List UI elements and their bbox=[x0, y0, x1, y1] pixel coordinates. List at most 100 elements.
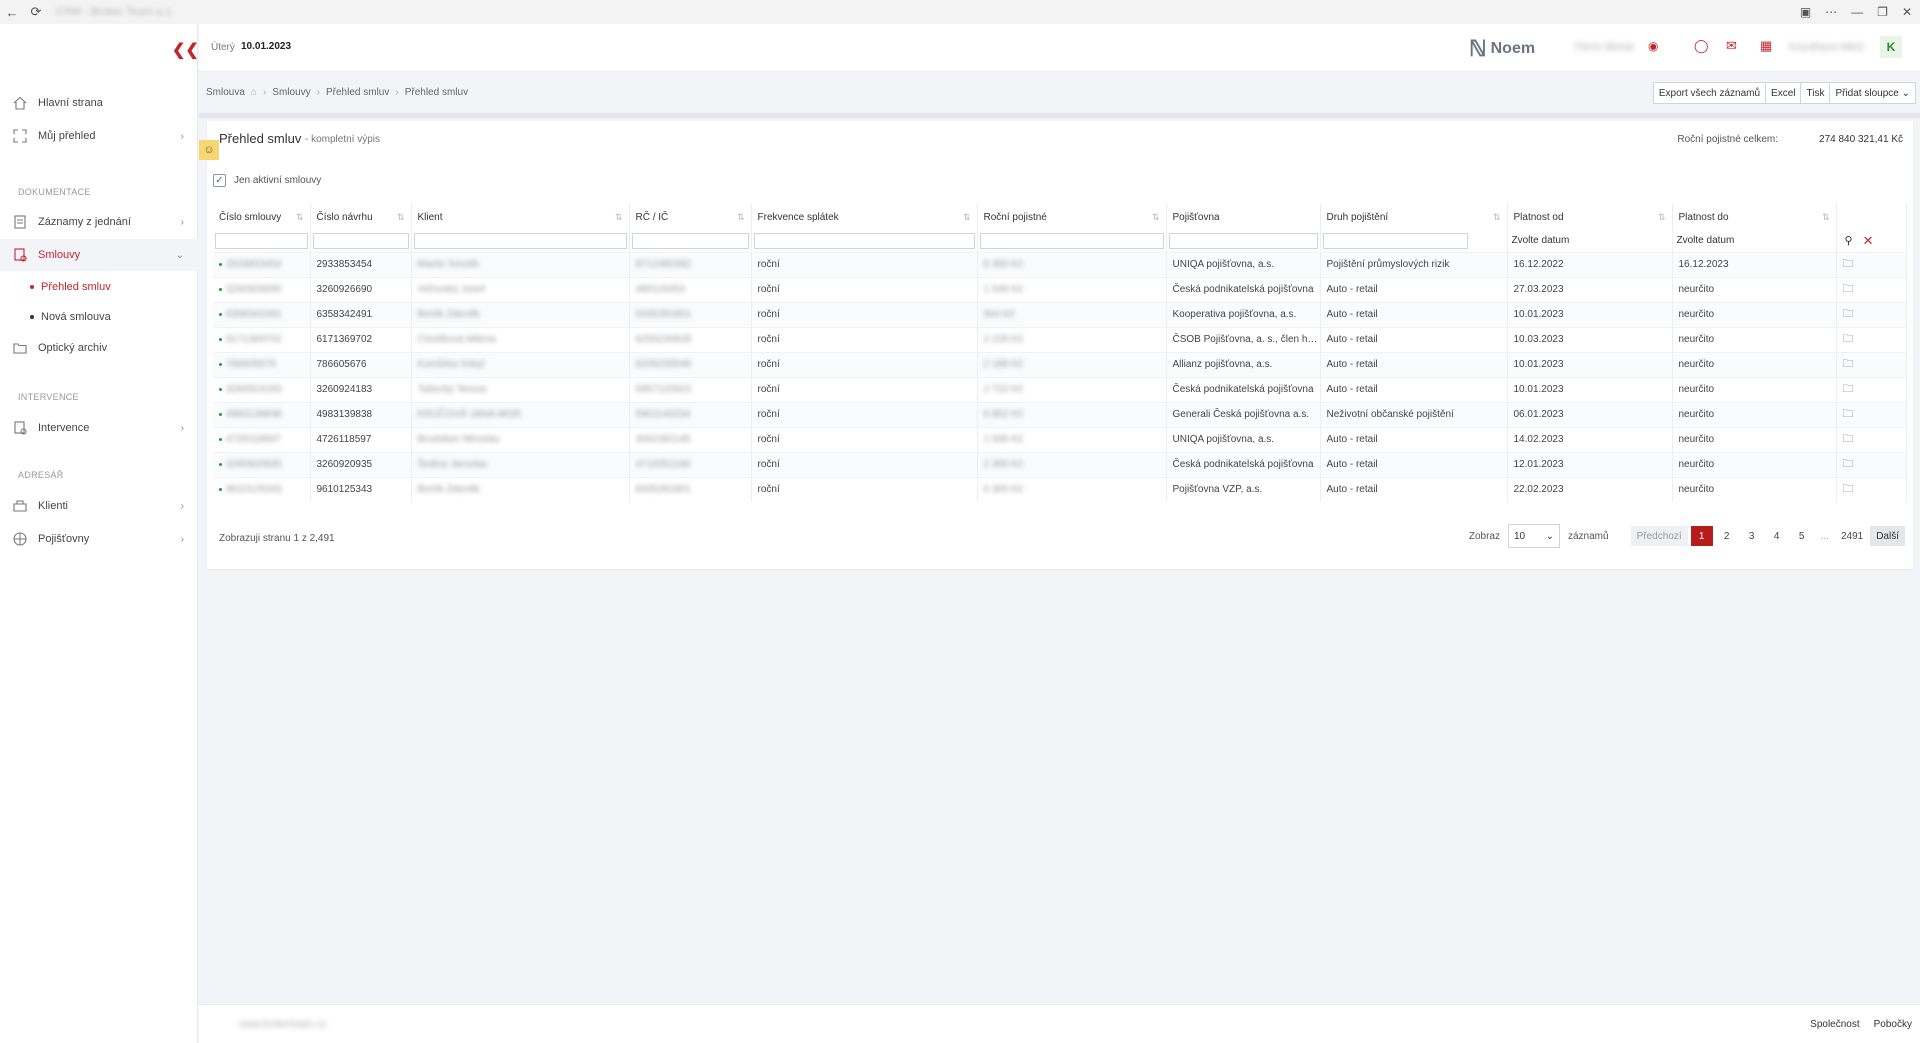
page-size-select[interactable]: 10 ⌄ bbox=[1508, 524, 1560, 548]
breadcrumb: Smlouva ⌂ › Smlouvy › Přehled smluv › Př… bbox=[206, 87, 468, 98]
filter-contract-no[interactable] bbox=[215, 232, 308, 249]
open-folder-icon[interactable]: 🗀 bbox=[1843, 433, 1854, 445]
sort-icon[interactable]: ⇅ bbox=[1822, 212, 1830, 223]
col-insurance-type[interactable]: Druh pojištění ⇅ bbox=[1320, 204, 1508, 230]
home-icon[interactable]: ⌂ bbox=[251, 87, 257, 98]
col-valid-from[interactable]: Platnost od ⇅ bbox=[1507, 204, 1673, 230]
minimize-icon[interactable]: — bbox=[1851, 5, 1863, 19]
add-columns-button[interactable]: Přidat sloupce ⌄ bbox=[1829, 82, 1916, 104]
arrow-left-icon[interactable]: ← bbox=[0, 0, 24, 24]
last-page-button[interactable]: 2491 bbox=[1837, 526, 1867, 546]
cell-valid-to-text: neurčito bbox=[1678, 409, 1715, 420]
open-folder-icon[interactable]: 🗀 bbox=[1843, 333, 1854, 345]
open-folder-icon[interactable]: 🗀 bbox=[1843, 358, 1854, 370]
more-icon[interactable]: ⋯ bbox=[1825, 5, 1837, 19]
sort-icon[interactable]: ⇅ bbox=[1658, 212, 1666, 223]
footer-link-company[interactable]: Společnost bbox=[1810, 1019, 1859, 1030]
open-folder-icon[interactable]: 🗀 bbox=[1843, 308, 1854, 320]
table-row[interactable]: 3260926690 3260926690 Veřovský Josef 480116… bbox=[213, 276, 1907, 302]
filter-premium[interactable] bbox=[979, 232, 1164, 249]
filter-proposal-no[interactable] bbox=[312, 232, 409, 249]
table-row[interactable]: 6358342491 6358342491 Bortík Zdeněk 6005281… bbox=[213, 301, 1907, 327]
open-folder-icon[interactable]: 🗀 bbox=[1843, 283, 1854, 295]
open-folder-icon[interactable]: 🗀 bbox=[1843, 483, 1854, 495]
filter-valid-from[interactable]: Zvolte datum bbox=[1510, 235, 1670, 246]
sidebar-subitem-new-contract[interactable]: Nová smlouva bbox=[30, 311, 111, 323]
pager-ellipsis: ... bbox=[1820, 530, 1829, 542]
open-folder-icon[interactable]: 🗀 bbox=[1843, 408, 1854, 420]
restore-icon[interactable]: ❐ bbox=[1877, 5, 1888, 19]
users-badge-icon[interactable]: ☺ bbox=[199, 140, 219, 160]
sidebar-item-clients[interactable]: Klienti › bbox=[0, 490, 198, 522]
export-all-button[interactable]: Export všech záznamů bbox=[1652, 82, 1767, 104]
sidebar-item-contracts[interactable]: Smlouvy ⌄ bbox=[0, 239, 198, 271]
col-proposal-no[interactable]: Číslo návrhu ⇅ bbox=[310, 204, 412, 230]
sort-icon[interactable]: ⇅ bbox=[615, 212, 623, 223]
open-folder-icon[interactable]: 🗀 bbox=[1843, 383, 1854, 395]
footer-link-branches[interactable]: Pobočky bbox=[1874, 1019, 1912, 1030]
search-icon[interactable]: ⚲ bbox=[1845, 234, 1853, 247]
only-active-checkbox[interactable]: ✓ Jen aktivní smlouvy bbox=[213, 174, 321, 187]
reload-icon[interactable]: ⟳ bbox=[24, 0, 48, 24]
sidebar-item-home[interactable]: Hlavní strana bbox=[0, 87, 198, 119]
breadcrumb-item[interactable]: Smlouva bbox=[206, 87, 245, 98]
col-contract-no[interactable]: Číslo smlouvy ⇅ bbox=[213, 204, 311, 230]
table-row[interactable]: 3260924183 3260924183 Tašecký Tereza 595712… bbox=[213, 376, 1907, 402]
filter-valid-to[interactable]: Zvolte datum bbox=[1675, 235, 1834, 246]
filter-id[interactable] bbox=[631, 232, 749, 249]
col-id[interactable]: RČ / IČ ⇅ bbox=[629, 204, 752, 230]
sidebar-item-optical-archive[interactable]: Optický archiv bbox=[0, 332, 198, 364]
excel-button[interactable]: Excel bbox=[1765, 82, 1802, 104]
table-row[interactable]: 4726118597 4726118597 Brodskier Miroslav 40… bbox=[213, 426, 1907, 452]
open-folder-icon[interactable]: 🗀 bbox=[1843, 258, 1854, 270]
sidebar-item-insurers[interactable]: Pojišťovny › bbox=[0, 523, 198, 555]
mail-icon[interactable]: ✉ bbox=[1726, 38, 1737, 54]
clear-filter-icon[interactable]: ✕ bbox=[1863, 233, 1874, 249]
col-insurer[interactable]: Pojišťovna bbox=[1166, 204, 1321, 230]
eye-icon[interactable]: ◉ bbox=[1648, 39, 1658, 53]
col-frequency[interactable]: Frekvence splátek ⇅ bbox=[751, 204, 978, 230]
breadcrumb-item[interactable]: Smlouvy bbox=[272, 87, 310, 98]
sort-icon[interactable]: ⇅ bbox=[1493, 212, 1501, 223]
app-icon[interactable]: ▣ bbox=[1800, 5, 1811, 19]
circle-icon[interactable]: ◯ bbox=[1694, 38, 1709, 54]
sidebar-item-interventions[interactable]: Intervence › bbox=[0, 412, 198, 444]
avatar[interactable]: K bbox=[1880, 36, 1902, 58]
table-row[interactable]: 9610125343 9610125343 Bortík Zdeněk 6005281… bbox=[213, 476, 1907, 502]
sidebar-subitem-contracts-overview[interactable]: Přehled smluv bbox=[30, 281, 111, 293]
sidebar-item-meeting-records[interactable]: Záznamy z jednání › bbox=[0, 206, 198, 238]
collapse-sidebar-icon[interactable]: ❮❮ bbox=[172, 40, 199, 60]
apps-grid-icon[interactable]: ▦ bbox=[1760, 38, 1772, 54]
user-name[interactable]: Kravdhana Miloš bbox=[1789, 42, 1863, 53]
filter-insurance-type[interactable] bbox=[1322, 232, 1469, 249]
page-button[interactable]: 5 bbox=[1791, 526, 1813, 546]
close-icon[interactable]: ✕ bbox=[1902, 5, 1912, 19]
prev-page-button[interactable]: Předchozí bbox=[1630, 526, 1688, 546]
page-button[interactable]: 2 bbox=[1716, 526, 1738, 546]
col-valid-to[interactable]: Platnost do ⇅ bbox=[1672, 204, 1837, 230]
filter-insurer[interactable] bbox=[1168, 232, 1318, 249]
open-folder-icon[interactable]: 🗀 bbox=[1843, 458, 1854, 470]
page-button[interactable]: 4 bbox=[1766, 526, 1788, 546]
page-button[interactable]: 1 bbox=[1690, 526, 1713, 546]
page-button[interactable]: 3 bbox=[1741, 526, 1763, 546]
sort-icon[interactable]: ⇅ bbox=[1152, 212, 1160, 223]
filter-client[interactable] bbox=[413, 232, 627, 249]
table-row[interactable]: 4983139838 4983139838 KRUČOVÁ JANA MGR. 590… bbox=[213, 401, 1907, 427]
sidebar-item-my-overview[interactable]: Můj přehled › bbox=[0, 120, 198, 152]
sort-icon[interactable]: ⇅ bbox=[296, 212, 304, 223]
next-page-button[interactable]: Další bbox=[1870, 526, 1905, 546]
table-row[interactable]: 3260920935 3260920935 Šedivý Jaroslav 47100… bbox=[213, 451, 1907, 477]
col-premium[interactable]: Roční pojistné ⇅ bbox=[977, 204, 1167, 230]
sort-icon[interactable]: ⇅ bbox=[397, 212, 405, 223]
table-row[interactable]: 2933853454 2933853454 Martin Smolík 8712480… bbox=[213, 251, 1907, 277]
table-row[interactable]: 786605676 786605676 Komůrka Vokyl 620523004… bbox=[213, 351, 1907, 377]
sort-icon[interactable]: ⇅ bbox=[963, 212, 971, 223]
sort-icon[interactable]: ⇅ bbox=[737, 212, 745, 223]
print-button[interactable]: Tisk bbox=[1800, 82, 1831, 104]
breadcrumb-item[interactable]: Přehled smluv bbox=[326, 87, 389, 98]
footer-site[interactable]: www.brokerteam.cz bbox=[239, 1019, 326, 1030]
table-row[interactable]: 6171369702 6171369702 Cieslíková Milena 625… bbox=[213, 326, 1907, 352]
col-client[interactable]: Klient ⇅ bbox=[411, 204, 630, 230]
filter-frequency[interactable] bbox=[753, 232, 975, 249]
